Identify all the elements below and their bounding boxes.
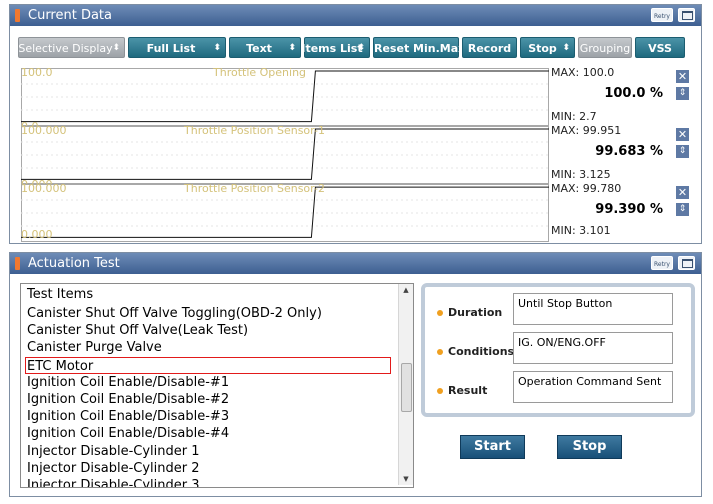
- start-button[interactable]: Start: [460, 435, 525, 459]
- retry-icon[interactable]: Retry: [651, 8, 673, 22]
- current-data-titlebar: Current Data Retry: [10, 5, 701, 26]
- max-value: MAX: 100.0: [551, 66, 615, 79]
- scale-adjust-icon[interactable]: ⇕: [676, 145, 689, 158]
- test-info-box: Duration Until Stop Button Conditions IG…: [421, 283, 695, 417]
- duration-field: Until Stop Button: [513, 293, 673, 325]
- close-icon[interactable]: ✕: [676, 128, 689, 141]
- graph-title: Throttle Opening: [213, 66, 307, 79]
- dropdown-caret-icon: ⬍: [213, 43, 221, 53]
- scrollbar-thumb[interactable]: [401, 363, 412, 412]
- graph-throttle-position-sensor-1: 100.000 Throttle Position Sensor-1 0.000: [21, 124, 549, 191]
- close-icon[interactable]: ✕: [676, 186, 689, 199]
- bullet-icon: [437, 349, 443, 355]
- list-item[interactable]: Canister Shut Off Valve(Leak Test): [21, 322, 398, 339]
- graph-throttle-opening: 100.0 Throttle Opening 0.0: [21, 66, 549, 133]
- record-button[interactable]: Record: [462, 37, 517, 58]
- scale-adjust-icon[interactable]: ⇕: [676, 203, 689, 216]
- scale-adjust-icon[interactable]: ⇕: [676, 87, 689, 100]
- stop-label: Stop: [528, 42, 557, 55]
- full-list-label: Full List: [146, 42, 196, 55]
- current-data-panel: Current Data Retry Selective Display ⬍ Fu…: [9, 4, 702, 244]
- text-label: Text: [246, 42, 272, 55]
- list-item-selected[interactable]: ETC Motor: [25, 356, 391, 374]
- list-item[interactable]: Ignition Coil Enable/Disable-#1: [21, 374, 398, 391]
- scale-max-label: 100.0: [21, 66, 53, 79]
- list-item[interactable]: Canister Shut Off Valve Toggling(OBD-2 O…: [21, 305, 398, 322]
- selective-display-dropdown[interactable]: Selective Display ⬍: [18, 37, 125, 58]
- list-item[interactable]: Ignition Coil Enable/Disable-#4: [21, 425, 398, 442]
- actuation-test-titlebar: Actuation Test Retry: [10, 253, 701, 274]
- scroll-down-icon[interactable]: ▼: [399, 473, 413, 485]
- list-item[interactable]: Injector Disable-Cylinder 2: [21, 460, 398, 477]
- max-value: MAX: 99.780: [551, 182, 622, 195]
- list-item[interactable]: Injector Disable-Cylinder 1: [21, 443, 398, 460]
- actuation-test-panel: Actuation Test Retry Test Items Canister…: [9, 252, 702, 497]
- selective-display-label: Selective Display: [18, 42, 113, 55]
- graph-info-throttle-opening: MAX: 100.0 100.0 % MIN: 2.7 ✕ ⇕: [551, 66, 693, 126]
- items-list-label: Items List: [301, 42, 363, 55]
- grouping-button[interactable]: Grouping: [578, 37, 632, 58]
- min-value: MIN: 3.101: [551, 224, 611, 237]
- graph-info-throttle-position-sensor-2: MAX: 99.780 99.390 % MIN: 3.101 ✕ ⇕: [551, 182, 693, 242]
- dropdown-caret-icon: ⬍: [357, 43, 365, 53]
- conditions-field: IG. ON/ENG.OFF: [513, 332, 673, 364]
- result-label: Result: [448, 384, 488, 397]
- dropdown-caret-icon: ⬍: [562, 43, 570, 53]
- test-items-header: Test Items: [27, 287, 94, 302]
- retry-icon[interactable]: Retry: [651, 256, 673, 270]
- min-value: MIN: 2.7: [551, 110, 597, 123]
- current-value: 99.390 %: [595, 202, 663, 217]
- maximize-icon[interactable]: [678, 256, 695, 270]
- list-item[interactable]: Ignition Coil Enable/Disable-#2: [21, 391, 398, 408]
- test-items: Canister Shut Off Valve Toggling(OBD-2 O…: [21, 305, 398, 487]
- list-item[interactable]: Canister Purge Valve: [21, 339, 398, 356]
- min-value: MIN: 3.125: [551, 168, 611, 181]
- current-data-title: Current Data: [28, 8, 112, 23]
- vss-button[interactable]: VSS: [635, 37, 685, 58]
- max-value: MAX: 99.951: [551, 124, 622, 137]
- stop-button[interactable]: Stop: [557, 435, 622, 459]
- list-item[interactable]: Ignition Coil Enable/Disable-#3: [21, 408, 398, 425]
- duration-label: Duration: [448, 306, 503, 319]
- list-scrollbar[interactable]: ▲ ▼: [398, 284, 413, 485]
- result-field: Operation Command Sent: [513, 371, 673, 403]
- full-list-dropdown[interactable]: Full List ⬍: [128, 37, 226, 58]
- scale-max-label: 100.000: [21, 182, 67, 195]
- panel-marker-icon: [15, 257, 20, 270]
- conditions-label: Conditions: [448, 345, 515, 358]
- current-value: 99.683 %: [595, 144, 663, 159]
- close-icon[interactable]: ✕: [676, 70, 689, 83]
- dropdown-caret-icon: ⬍: [112, 43, 120, 53]
- scale-min-label: 0.000: [21, 228, 53, 241]
- dropdown-caret-icon: ⬍: [288, 43, 296, 53]
- current-value: 100.0 %: [604, 86, 663, 101]
- bullet-icon: [437, 310, 443, 316]
- panel-marker-icon: [15, 9, 20, 22]
- stop-dropdown[interactable]: Stop ⬍: [520, 37, 575, 58]
- graph-title: Throttle Position Sensor-2: [184, 182, 325, 195]
- test-items-list[interactable]: Test Items Canister Shut Off Valve Toggl…: [20, 283, 414, 488]
- actuation-test-title: Actuation Test: [28, 256, 120, 271]
- list-item[interactable]: Injector Disable-Cylinder 3: [21, 477, 398, 487]
- bullet-icon: [437, 388, 443, 394]
- reset-min-max-button[interactable]: Reset Min.Max: [373, 37, 465, 58]
- graph-throttle-position-sensor-2: 100.000 Throttle Position Sensor-2 0.000: [21, 182, 549, 242]
- scale-max-label: 100.000: [21, 124, 67, 137]
- graph-title: Throttle Position Sensor-1: [184, 124, 325, 137]
- items-list-dropdown[interactable]: Items List ⬍: [301, 37, 370, 58]
- scroll-up-icon[interactable]: ▲: [399, 284, 413, 296]
- graph-info-throttle-position-sensor-1: MAX: 99.951 99.683 % MIN: 3.125 ✕ ⇕: [551, 124, 693, 184]
- maximize-icon[interactable]: [678, 8, 695, 22]
- text-dropdown[interactable]: Text ⬍: [229, 37, 301, 58]
